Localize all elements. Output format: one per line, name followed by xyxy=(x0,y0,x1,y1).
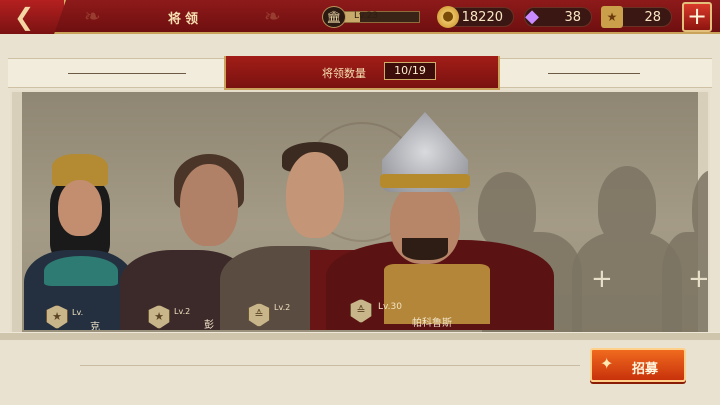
top-bar: ❮ ❧ 将领 ❧ Lv.23 🏛 ● 18220 ◆ 38 ★ 28 + xyxy=(0,0,720,34)
level-indicator[interactable]: Lv.23 🏛 xyxy=(322,6,420,28)
divider-left xyxy=(68,73,186,74)
pillar-left xyxy=(12,92,22,332)
recruit-button[interactable]: ✦ 招募 xyxy=(590,348,686,382)
hero-level: Lv. xyxy=(72,308,84,317)
general-count-value: 10/19 xyxy=(384,62,436,80)
silhouette-head xyxy=(692,170,708,246)
gem-counter[interactable]: ◆ 38 xyxy=(524,6,592,27)
footer-divider xyxy=(80,365,580,366)
divider-right xyxy=(548,73,640,74)
ticket-counter[interactable]: ★ 28 xyxy=(601,6,672,28)
hero-level: Lv.2 xyxy=(174,307,191,316)
add-slot-plus-icon[interactable]: + xyxy=(591,266,613,292)
recruit-icon: ✦ xyxy=(600,354,614,373)
coin-counter[interactable]: ● 18220 xyxy=(437,6,514,28)
back-arrow-icon: ❮ xyxy=(14,3,35,31)
ticket-icon: ★ xyxy=(601,6,623,28)
ticket-value: 28 xyxy=(644,10,661,25)
page-title: 将领 xyxy=(167,12,202,27)
temple-icon: 🏛 xyxy=(322,6,346,28)
gem-icon: ◆ xyxy=(525,6,539,27)
recruit-label: 招募 xyxy=(632,362,659,377)
hero-level: Lv.2 xyxy=(274,303,291,312)
silhouette-head xyxy=(598,166,656,244)
general-count-panel: 将领数量 10/19 xyxy=(224,56,500,90)
add-slot-plus-icon[interactable]: + xyxy=(688,266,708,292)
hero-beard xyxy=(402,238,448,260)
laurel-left-icon: ❧ xyxy=(84,4,101,28)
frame-bottom-rail xyxy=(0,332,720,340)
hero-collar xyxy=(44,256,118,286)
general-count-label: 将领数量 xyxy=(322,67,366,80)
hero-card-selected[interactable]: ≙ Lv.30 帕科鲁斯 xyxy=(306,110,556,330)
hero-name: 帕科鲁斯 xyxy=(412,318,452,329)
add-resource-button[interactable]: + xyxy=(682,2,712,32)
coin-value: 18220 xyxy=(461,10,503,25)
back-button[interactable]: ❮ xyxy=(0,0,66,34)
gem-value: 38 xyxy=(564,10,581,25)
hero-level: Lv.30 xyxy=(378,302,402,312)
hero-helmet-rim xyxy=(380,174,470,188)
hero-face xyxy=(58,180,102,236)
level-label: Lv.23 xyxy=(354,11,378,21)
hero-card[interactable]: ★ Lv. 克 xyxy=(24,140,134,330)
laurel-right-icon: ❧ xyxy=(264,4,281,28)
coin-icon: ● xyxy=(437,6,459,28)
plus-icon: + xyxy=(686,2,708,30)
hero-name: 克 xyxy=(90,322,100,330)
hero-name: 彭 xyxy=(204,320,214,330)
